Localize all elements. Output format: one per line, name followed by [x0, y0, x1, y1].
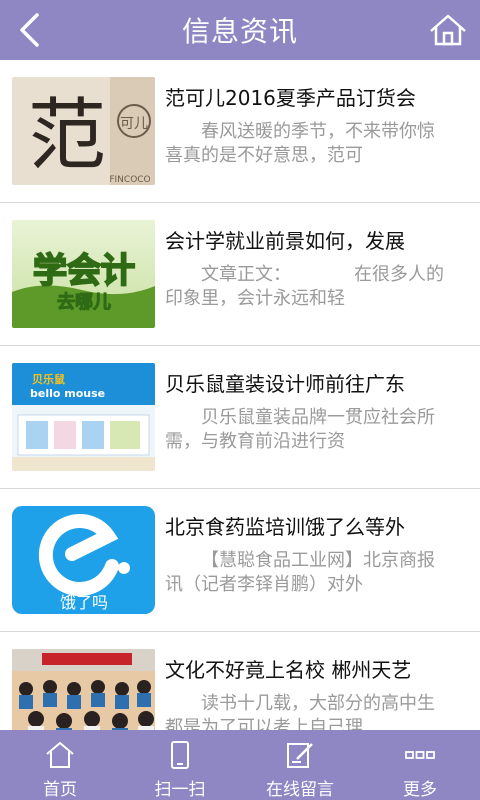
tab-label: 在线留言 [266, 780, 334, 800]
classroom-photo-image [12, 649, 155, 730]
news-item[interactable]: 文化不好竟上名校 郴州天艺 读书十几载，大部分的高中生都是为了可以考上自己理 [0, 632, 480, 730]
tab-home[interactable]: 首页 [0, 730, 120, 800]
news-summary: 读书十几载，大部分的高中生都是为了可以考上自己理 [165, 693, 435, 730]
thumb-brand: bello mouse [30, 387, 105, 400]
news-title: 文化不好竟上名校 郴州天艺 [165, 658, 412, 682]
edit-note-icon [283, 738, 317, 771]
thumb-sub-text: 去哪儿 [57, 291, 111, 313]
news-summary: 文章正文： 在很多人的印象里，会计永远和轻 [165, 264, 444, 309]
bello-mouse-store-image: 贝乐鼠 bello mouse [12, 363, 155, 471]
news-item[interactable]: 范 可儿 FINCOCO 范可儿2016夏季产品订货会 春风送暖的季节，不来带你… [0, 60, 480, 203]
home-button[interactable] [424, 8, 472, 52]
tab-label: 首页 [43, 780, 77, 800]
home-outline-icon [43, 738, 77, 771]
news-thumbnail: 范 可儿 FINCOCO [12, 77, 155, 185]
news-title: 北京食药监培训饿了么等外 [165, 515, 405, 539]
news-list: 范 可儿 FINCOCO 范可儿2016夏季产品订货会 春风送暖的季节，不来带你… [0, 60, 480, 730]
bottom-tab-bar: 首页 扫一扫 在线留言 更多 [0, 730, 480, 800]
thumb-app-name: 饿了吗 [60, 593, 108, 612]
news-thumbnail: 学会计 去哪儿 [12, 220, 155, 328]
tab-label: 更多 [403, 780, 437, 800]
news-title: 会计学就业前景如何，发展 [165, 229, 405, 253]
back-button[interactable] [8, 8, 52, 52]
news-thumbnail: 贝乐鼠 bello mouse [12, 363, 155, 471]
news-title: 贝乐鼠童装设计师前往广东 [165, 372, 405, 396]
phone-scan-icon [163, 738, 197, 771]
news-item[interactable]: 饿了吗 北京食药监培训饿了么等外 【慧聪食品工业网】北京商报讯（记者李铎肖鹏）对… [0, 489, 480, 632]
eleme-app-logo-image: 饿了吗 [12, 506, 155, 614]
thumb-brand-cn: 贝乐鼠 [32, 372, 65, 386]
thumb-side-text: 可儿 [120, 116, 148, 132]
tab-label: 扫一扫 [154, 780, 206, 800]
thumb-caption: FINCOCO [109, 175, 150, 185]
tab-scan[interactable]: 扫一扫 [120, 730, 240, 800]
accounting-promo-image: 学会计 去哪儿 [12, 220, 155, 328]
top-navigation-bar: 信息资讯 [0, 0, 480, 60]
thumb-main-char: 范 [28, 91, 106, 181]
news-item[interactable]: 学会计 去哪儿 会计学就业前景如何，发展 文章正文： 在很多人的印象里，会计永远… [0, 203, 480, 346]
tab-message[interactable]: 在线留言 [240, 730, 360, 800]
news-summary: 春风送暖的季节，不来带你惊喜真的是不好意思，范可 [165, 121, 435, 166]
home-icon [430, 14, 466, 46]
news-thumbnail [12, 649, 155, 730]
fincoco-brand-image: 范 可儿 FINCOCO [12, 77, 155, 185]
news-title: 范可儿2016夏季产品订货会 [165, 86, 416, 110]
thumb-main-text: 学会计 [33, 251, 135, 291]
news-thumbnail: 饿了吗 [12, 506, 155, 614]
news-summary: 【慧聪食品工业网】北京商报讯（记者李铎肖鹏）对外 [165, 550, 435, 595]
news-item[interactable]: 贝乐鼠 bello mouse 贝乐鼠童装设计师前往广东 贝乐鼠童装品牌一贯应社… [0, 346, 480, 489]
tab-more[interactable]: 更多 [360, 730, 480, 800]
page-title: 信息资讯 [181, 15, 298, 48]
chevron-left-icon [20, 13, 39, 47]
more-dots-icon [403, 738, 437, 771]
news-summary: 贝乐鼠童装品牌一贯应社会所需，与教育前沿进行资 [165, 407, 435, 452]
